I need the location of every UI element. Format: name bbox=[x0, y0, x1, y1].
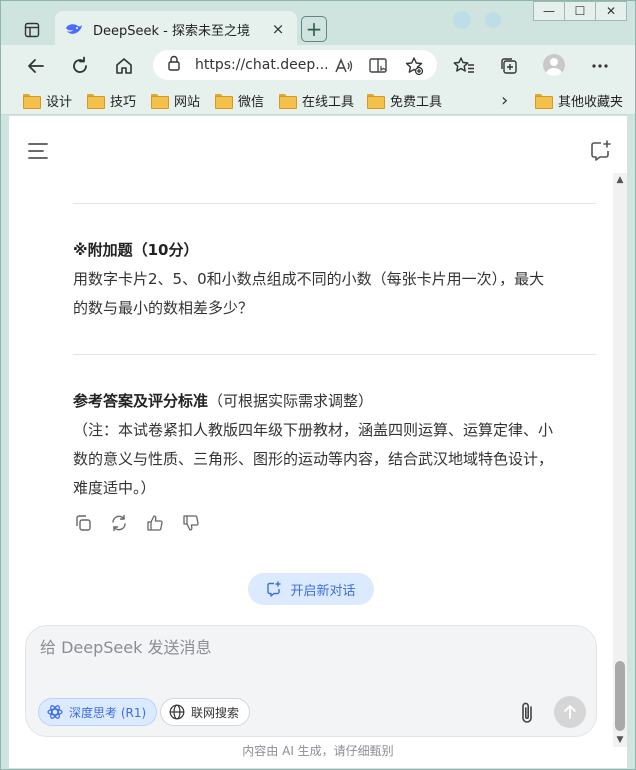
web-search-label: 联网搜索 bbox=[191, 705, 240, 720]
section-divider bbox=[73, 203, 596, 204]
regenerate-icon[interactable] bbox=[109, 513, 129, 533]
add-favorite-icon[interactable] bbox=[401, 53, 427, 79]
browser-toolbar: https://chat.deep... bbox=[1, 45, 635, 85]
new-conversation-label: 开启新对话 bbox=[290, 583, 356, 599]
folder-icon bbox=[23, 93, 41, 109]
reader-mode-icon[interactable] bbox=[365, 53, 391, 79]
scroll-down-arrow-icon[interactable]: ▼ bbox=[613, 733, 627, 747]
title-bar: DeepSeek - 探索未至之境 × + — ☐ ✕ bbox=[1, 1, 635, 47]
lock-icon bbox=[167, 55, 181, 75]
folder-icon bbox=[367, 93, 385, 109]
answer-title-suffix: （可根据实际需求调整） bbox=[208, 392, 374, 410]
active-tab[interactable]: DeepSeek - 探索未至之境 × bbox=[55, 11, 297, 47]
bonus-question: ※附加题（10分） 用数字卡片2、5、0和小数点组成不同的小数（每张卡片用一次）… bbox=[73, 236, 593, 323]
window-controls: — ☐ ✕ bbox=[533, 1, 627, 21]
read-aloud-icon[interactable] bbox=[331, 53, 357, 79]
scrollbar-thumb[interactable] bbox=[615, 661, 625, 731]
minimize-button[interactable]: — bbox=[533, 1, 565, 21]
section-divider bbox=[73, 354, 596, 355]
close-button[interactable]: ✕ bbox=[595, 1, 627, 21]
note-text-line: 难度适中。） bbox=[73, 479, 156, 497]
folder-icon bbox=[151, 93, 169, 109]
bonus-text-line: 用数字卡片2、5、0和小数点组成不同的小数（每张卡片用一次），最大 bbox=[73, 270, 545, 288]
new-chat-icon bbox=[267, 581, 282, 597]
browser-window: DeepSeek - 探索未至之境 × + — ☐ ✕ https://chat… bbox=[0, 0, 636, 770]
note-text-line: （注：本试卷紧扣人教版四年级下册教材，涵盖四则运算、运算定律、小 bbox=[73, 421, 554, 439]
deep-think-toggle[interactable]: 深度思考 (R1) bbox=[38, 698, 158, 726]
tab-decoration-icon bbox=[453, 11, 471, 29]
folder-icon bbox=[215, 93, 233, 109]
bookmark-folder[interactable]: 在线工具 bbox=[279, 90, 354, 110]
thumbs-down-icon[interactable] bbox=[181, 513, 201, 533]
thumbs-up-icon[interactable] bbox=[145, 513, 165, 533]
deep-think-label: 深度思考 (R1) bbox=[69, 705, 147, 720]
atom-icon bbox=[47, 705, 63, 719]
reload-icon[interactable] bbox=[67, 53, 93, 79]
message-actions bbox=[73, 513, 217, 533]
favorites-icon[interactable] bbox=[451, 53, 477, 79]
folder-icon bbox=[279, 93, 297, 109]
folder-icon bbox=[535, 93, 553, 109]
bookmark-folder[interactable]: 技巧 bbox=[87, 90, 136, 110]
message-input[interactable] bbox=[40, 638, 500, 657]
send-button[interactable] bbox=[554, 696, 586, 728]
bookmark-folder[interactable]: 设计 bbox=[23, 90, 72, 110]
profile-avatar[interactable] bbox=[543, 54, 565, 76]
answer-section: 参考答案及评分标准（可根据实际需求调整） （注：本试卷紧扣人教版四年级下册教材，… bbox=[73, 387, 593, 503]
note-text-line: 数的意义与性质、三角形、图形的运动等内容，结合武汉地域特色设计， bbox=[73, 450, 554, 468]
folder-icon bbox=[87, 93, 105, 109]
scroll-up-arrow-icon[interactable]: ▲ bbox=[613, 173, 627, 187]
ai-disclaimer: 内容由 AI 生成，请仔细甄别 bbox=[242, 744, 394, 758]
copy-icon[interactable] bbox=[73, 513, 93, 533]
answer-title: 参考答案及评分标准 bbox=[73, 392, 209, 410]
tab-close-icon[interactable]: × bbox=[269, 20, 287, 38]
web-search-toggle[interactable]: 联网搜索 bbox=[160, 698, 251, 726]
bookmark-folder[interactable]: 免费工具 bbox=[367, 90, 442, 110]
bookmarks-bar: 设计 技巧 网站 微信 在线工具 免费工具 › 其他收藏夹 bbox=[1, 85, 635, 115]
paperclip-icon[interactable] bbox=[516, 700, 540, 726]
back-icon[interactable] bbox=[23, 53, 49, 79]
bookmark-folder[interactable]: 网站 bbox=[151, 90, 200, 110]
new-tab-button[interactable]: + bbox=[301, 16, 327, 42]
tab-title: DeepSeek - 探索未至之境 bbox=[93, 23, 250, 39]
url-text: https://chat.deep... bbox=[195, 57, 329, 73]
home-icon[interactable] bbox=[111, 53, 137, 79]
new-chat-icon[interactable] bbox=[589, 139, 613, 163]
arrow-up-icon bbox=[564, 705, 576, 719]
maximize-button[interactable]: ☐ bbox=[564, 1, 596, 21]
tab-decoration-icon bbox=[485, 12, 501, 28]
globe-icon bbox=[169, 704, 185, 720]
message-composer: 深度思考 (R1) 联网搜索 bbox=[25, 625, 597, 737]
address-bar[interactable]: https://chat.deep... bbox=[153, 50, 437, 80]
sidebar-menu-icon[interactable] bbox=[27, 141, 49, 161]
more-options-icon[interactable] bbox=[587, 53, 613, 79]
bookmark-folder[interactable]: 微信 bbox=[215, 90, 264, 110]
new-conversation-button[interactable]: 开启新对话 bbox=[248, 573, 374, 605]
tab-actions-icon[interactable] bbox=[18, 16, 46, 44]
bonus-text-line: 的数与最小的数相差多少？ bbox=[73, 299, 254, 317]
bookmarks-overflow-chevron-icon[interactable]: › bbox=[501, 90, 508, 111]
bonus-title: ※附加题（10分） bbox=[73, 241, 199, 259]
collections-icon[interactable] bbox=[496, 53, 522, 79]
other-favorites-folder[interactable]: 其他收藏夹 bbox=[535, 90, 623, 110]
deepseek-whale-icon bbox=[65, 20, 83, 38]
